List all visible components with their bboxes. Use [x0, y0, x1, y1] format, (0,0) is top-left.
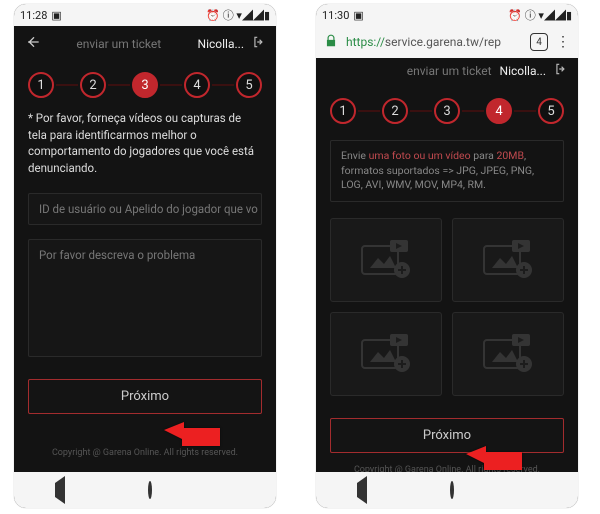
logout-icon[interactable] — [252, 35, 266, 53]
status-bar: 11:28 ▣ ⏰ ⓘ ▾◢◢▮ — [14, 4, 276, 26]
overflow-menu-icon[interactable]: ⋮ — [556, 34, 570, 50]
back-icon[interactable] — [24, 34, 40, 54]
url-text: https://service.garena.tw/rep — [346, 35, 522, 49]
lock-icon — [324, 34, 338, 51]
upload-slot[interactable] — [452, 218, 564, 302]
page-title: enviar um ticket — [326, 64, 492, 78]
step-2: 2 — [382, 98, 408, 124]
step-1: 1 — [330, 98, 356, 124]
status-bar: 11:30 ▣ ⏰ ⓘ ▾◢◢▮ — [316, 4, 578, 26]
app-header: enviar um ticket Nicolla... — [14, 26, 276, 62]
phone-right: 11:30 ▣ ⏰ ⓘ ▾◢◢▮ https://service.garena.… — [316, 4, 578, 508]
nav-back-icon[interactable] — [55, 483, 65, 497]
next-button[interactable]: Próximo — [330, 418, 564, 453]
app-screen: enviar um ticket Nicolla... 1 2 3 4 5 En… — [316, 58, 578, 472]
upload-slot[interactable] — [330, 312, 442, 396]
upload-grid — [330, 218, 564, 396]
status-time: 11:30 — [322, 9, 349, 22]
status-time: 11:28 — [20, 9, 47, 22]
step-3: 3 — [434, 98, 460, 124]
page-title: enviar um ticket — [48, 37, 190, 51]
app-screen: enviar um ticket Nicolla... 1 2 3 4 5 * … — [14, 26, 276, 472]
step-1: 1 — [28, 72, 54, 98]
next-button[interactable]: Próximo — [28, 379, 262, 414]
browser-address-bar[interactable]: https://service.garena.tw/rep 4 ⋮ — [316, 26, 578, 58]
step-4: 4 — [486, 98, 512, 124]
upload-slot[interactable] — [330, 218, 442, 302]
footer-copyright: Copyright @ Garena Online. All rights re… — [14, 436, 276, 464]
step-5: 5 — [538, 98, 564, 124]
user-name: Nicolla... — [500, 64, 546, 78]
phone-left: 11:28 ▣ ⏰ ⓘ ▾◢◢▮ enviar um ticket Nicoll… — [14, 4, 276, 508]
upload-slot[interactable] — [452, 312, 564, 396]
android-nav-bar — [14, 472, 276, 508]
nav-back-icon[interactable] — [357, 483, 367, 497]
status-right-icons: ⏰ ⓘ ▾◢◢▮ — [206, 7, 270, 23]
android-nav-bar — [316, 472, 578, 508]
status-app-icon: ▣ — [353, 9, 363, 22]
tab-count-button[interactable]: 4 — [530, 33, 548, 51]
step-4: 4 — [184, 72, 210, 98]
step-5: 5 — [236, 72, 262, 98]
status-right-icons: ⏰ ⓘ ▾◢◢▮ — [508, 7, 572, 23]
logout-icon[interactable] — [554, 62, 568, 80]
footer-copyright: Copyright @ Garena Online. All rights re… — [316, 453, 578, 472]
step-indicator: 1 2 3 4 5 — [14, 62, 276, 110]
nav-home-icon[interactable] — [450, 483, 454, 497]
problem-textarea[interactable]: Por favor descreva o problema — [28, 239, 262, 357]
step-indicator: 1 2 3 4 5 — [316, 88, 578, 136]
instructions-text: * Por favor, forneça vídeos ou capturas … — [14, 110, 276, 189]
user-name: Nicolla... — [198, 37, 244, 51]
app-header: enviar um ticket Nicolla... — [316, 58, 578, 88]
upload-hint: Envie uma foto ou um vídeo para 20MB, fo… — [330, 140, 564, 202]
status-app-icon: ▣ — [51, 9, 61, 22]
step-2: 2 — [80, 72, 106, 98]
nav-home-icon[interactable] — [148, 483, 152, 497]
player-id-input[interactable]: ID de usuário ou Apelido do jogador que … — [28, 193, 262, 225]
step-3: 3 — [132, 72, 158, 98]
